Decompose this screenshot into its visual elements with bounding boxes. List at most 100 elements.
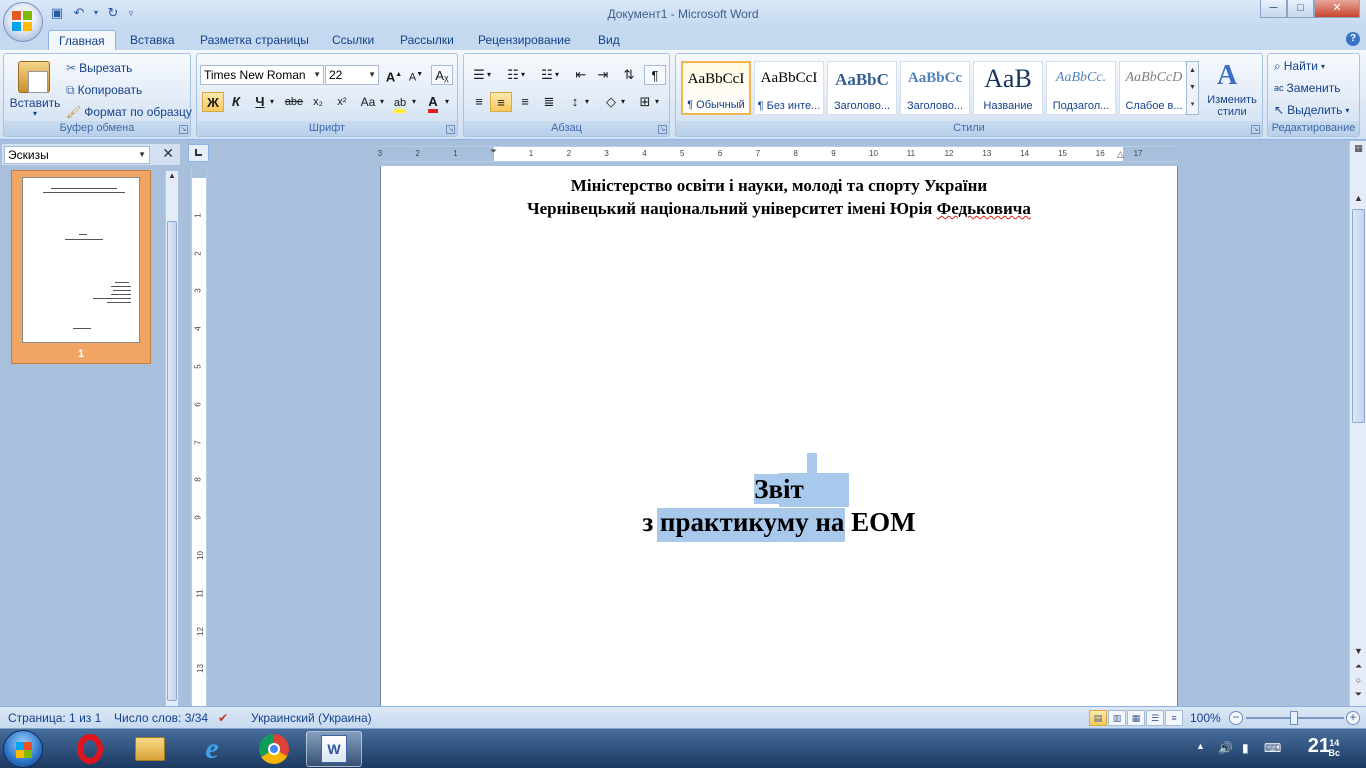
strikethrough-button[interactable]: abe xyxy=(283,92,305,112)
taskbar-app-ie[interactable]: e xyxy=(184,731,240,767)
style-no-spacing[interactable]: AaBbCcI ¶ Без инте... xyxy=(754,61,824,115)
volume-icon[interactable]: 🔊 xyxy=(1218,741,1233,755)
tab-view[interactable]: Вид xyxy=(588,30,630,50)
format-painter-button[interactable]: 🖌 Формат по образцу xyxy=(66,104,192,120)
word-count[interactable]: Число слов: 3/34 xyxy=(114,711,208,725)
navigation-view-combo[interactable]: Эскизы ▼ xyxy=(4,146,150,164)
scroll-down-icon[interactable]: ▼ xyxy=(1350,646,1366,656)
borders-dropdown-icon[interactable]: ▾ xyxy=(652,92,662,112)
numbering-dropdown-icon[interactable]: ▾ xyxy=(518,65,528,85)
find-button[interactable]: ⌕ Найти ▾ xyxy=(1274,58,1325,74)
style-heading-1[interactable]: AaBbC Заголово... xyxy=(827,61,897,115)
scroll-up-icon[interactable]: ▲ xyxy=(1350,193,1366,203)
superscript-button[interactable]: x² xyxy=(331,92,353,112)
outline-icon[interactable]: ☰ xyxy=(1146,710,1164,726)
clock-hour[interactable]: 21 xyxy=(1308,735,1330,758)
misspelled-word[interactable]: Федьковича xyxy=(937,199,1031,218)
ruler-toggle-icon[interactable]: ▦ xyxy=(1350,143,1366,154)
shading-dropdown-icon[interactable]: ▾ xyxy=(618,92,628,112)
page-thumbnail[interactable]: 1 xyxy=(11,170,151,364)
horizontal-ruler[interactable]: 3 2 1 1 2 3 4 5 6 7 8 9 10 11 12 13 14 15 16 17 ⏷ △ xyxy=(378,146,1178,162)
tab-page-layout[interactable]: Разметка страницы xyxy=(190,30,319,50)
styles-launcher-icon[interactable]: ↘ xyxy=(1251,125,1260,134)
grow-font-button[interactable]: A▲ xyxy=(383,65,405,85)
style-subtle-emphasis[interactable]: AaBbCcD Слабое в... xyxy=(1119,61,1189,115)
document-page[interactable]: Міністерство освіти і науки, молоді та с… xyxy=(381,166,1177,706)
case-dropdown-icon[interactable]: ▾ xyxy=(377,92,387,112)
underline-dropdown-icon[interactable]: ▾ xyxy=(267,92,277,112)
font-launcher-icon[interactable]: ↘ xyxy=(446,125,455,134)
document-area[interactable]: Міністерство освіти і науки, молоді та с… xyxy=(209,166,1349,706)
decrease-indent-icon[interactable]: ⇤ xyxy=(570,65,592,85)
style-normal[interactable]: AaBbCcI ¶ Обычный xyxy=(681,61,751,115)
tab-home[interactable]: Главная xyxy=(48,30,116,50)
close-pane-icon[interactable]: ✕ xyxy=(162,145,174,162)
style-title[interactable]: AaB Название xyxy=(973,61,1043,115)
start-button[interactable] xyxy=(3,730,43,768)
keyboard-icon[interactable]: ⌨ xyxy=(1264,741,1281,755)
line-spacing-dropdown-icon[interactable]: ▾ xyxy=(582,92,592,112)
taskbar-app-explorer[interactable] xyxy=(122,731,178,767)
cut-button[interactable]: ✂ Вырезать xyxy=(66,60,132,76)
tab-review[interactable]: Рецензирование xyxy=(468,30,581,50)
scrollbar-thumb[interactable] xyxy=(167,221,177,701)
style-heading-2[interactable]: AaBbCc Заголово... xyxy=(900,61,970,115)
select-button[interactable]: ↖ Выделить ▾ xyxy=(1274,102,1349,118)
clock-minute-day[interactable]: 14 Вс xyxy=(1328,738,1340,758)
document-subtitle[interactable]: з практикуму на ЕОМ xyxy=(381,507,1177,538)
paste-button[interactable]: Вставить ▾ xyxy=(6,56,64,120)
full-screen-reading-icon[interactable]: ▥ xyxy=(1108,710,1126,726)
change-case-button[interactable]: Aa xyxy=(357,92,379,112)
indent-marker-icon[interactable]: ⏷ xyxy=(490,146,497,157)
change-styles-button[interactable]: A Изменить стили xyxy=(1203,58,1261,118)
justify-icon[interactable]: ≣ xyxy=(538,92,560,112)
browse-object-icon[interactable]: ○ xyxy=(1350,675,1366,685)
clear-format-icon[interactable]: Aᵪ xyxy=(431,65,453,85)
clipboard-launcher-icon[interactable]: ↘ xyxy=(179,125,188,134)
font-size-combo[interactable]: 22 ▼ xyxy=(325,65,379,85)
right-indent-marker-icon[interactable]: △ xyxy=(1117,149,1124,160)
tab-references[interactable]: Ссылки xyxy=(322,30,384,50)
language-indicator[interactable]: Украинский (Украина) xyxy=(251,711,372,725)
paragraph-launcher-icon[interactable]: ↘ xyxy=(658,125,667,134)
multilevel-dropdown-icon[interactable]: ▾ xyxy=(552,65,562,85)
sort-icon[interactable]: ⇅ xyxy=(618,65,640,85)
draft-icon[interactable]: ≡ xyxy=(1165,710,1183,726)
font-name-combo[interactable]: Times New Roman ▼ xyxy=(200,65,324,85)
highlight-button[interactable]: ab xyxy=(389,92,411,113)
print-layout-icon[interactable]: ▤ xyxy=(1089,710,1107,726)
next-page-icon[interactable]: ⏷ xyxy=(1350,689,1366,700)
zoom-level[interactable]: 100% xyxy=(1190,711,1221,725)
scroll-up-icon[interactable]: ▲ xyxy=(166,171,178,180)
document-line[interactable]: Міністерство освіти і науки, молоді та с… xyxy=(381,176,1177,196)
style-subtitle[interactable]: AaBbCc. Подзагол... xyxy=(1046,61,1116,115)
help-icon[interactable]: ? xyxy=(1346,32,1360,46)
taskbar-app-word[interactable]: W xyxy=(306,731,362,767)
bullets-dropdown-icon[interactable]: ▾ xyxy=(484,65,494,85)
minimize-button[interactable]: ─ xyxy=(1260,0,1287,18)
tab-mailings[interactable]: Рассылки xyxy=(390,30,464,50)
align-right-icon[interactable]: ≡ xyxy=(514,92,536,112)
subscript-button[interactable]: x₂ xyxy=(307,92,329,112)
proofing-icon[interactable]: ✔ xyxy=(218,711,228,725)
network-icon[interactable]: ▮ xyxy=(1242,741,1249,755)
maximize-button[interactable]: □ xyxy=(1287,0,1314,18)
align-left-icon[interactable]: ≡ xyxy=(468,92,490,112)
document-line[interactable]: Чернівецький національний університет ім… xyxy=(381,199,1177,219)
align-center-icon[interactable]: ≡ xyxy=(490,92,512,112)
document-title[interactable]: Звіт xyxy=(381,474,1177,505)
italic-button[interactable]: К xyxy=(225,92,247,112)
show-hidden-icons-icon[interactable]: ▲ xyxy=(1196,741,1205,751)
scrollbar-thumb[interactable] xyxy=(1352,209,1365,423)
tab-selector[interactable] xyxy=(188,144,209,162)
font-color-dropdown-icon[interactable]: ▾ xyxy=(442,92,452,112)
zoom-slider-knob[interactable] xyxy=(1290,711,1298,725)
bold-button[interactable]: Ж xyxy=(202,92,224,112)
vertical-ruler[interactable]: 1 2 3 4 5 6 7 8 9 10 11 12 13 xyxy=(191,166,207,706)
taskbar-app-opera[interactable] xyxy=(62,731,118,767)
shrink-font-button[interactable]: A▼ xyxy=(405,65,427,85)
copy-button[interactable]: ⧉ Копировать xyxy=(66,82,142,98)
close-button[interactable]: ✕ xyxy=(1314,0,1360,18)
replace-button[interactable]: ac Заменить xyxy=(1274,80,1340,96)
thumbnail-scrollbar[interactable]: ▲ xyxy=(165,171,178,706)
